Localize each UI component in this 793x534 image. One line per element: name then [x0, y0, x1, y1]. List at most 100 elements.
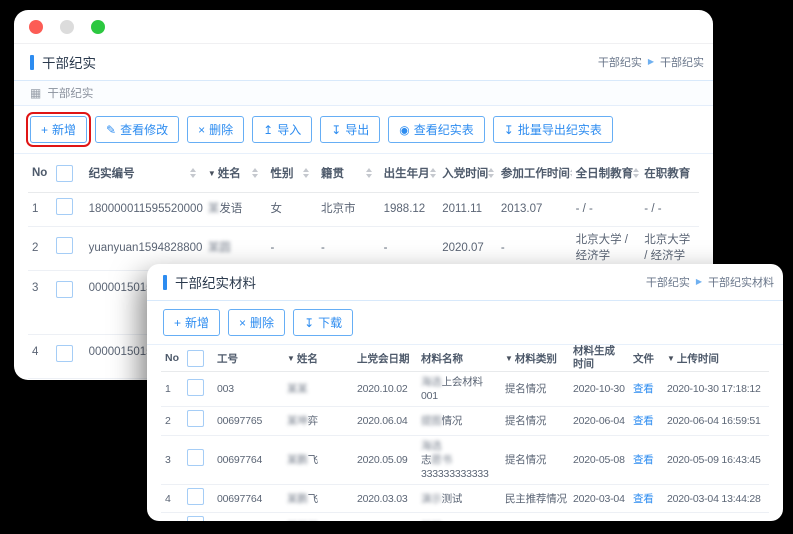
column-header: ▼上传时间 [663, 345, 769, 372]
export-button[interactable]: ↧ 导出 [320, 116, 380, 143]
cell-text: 2020.06.04 [357, 415, 408, 427]
filter-icon[interactable]: ▼ [505, 354, 513, 363]
table-cell: 4 [28, 335, 52, 379]
cell-text: - [321, 242, 325, 254]
button-label: 导出 [345, 121, 369, 138]
table-row: 400697764某鹏飞2020.03.03演示测试民主推荐情况2020-03-… [161, 485, 769, 513]
table-cell: 2 [161, 407, 183, 435]
filter-icon[interactable]: ▼ [208, 169, 216, 178]
cell-text: 2020-10-30 [573, 383, 625, 395]
sort-icon[interactable] [366, 168, 372, 178]
table-cell: 某某某 [283, 513, 353, 521]
cell-text: 2020-05-08 [573, 454, 625, 466]
column-header: 参加工作时间 [497, 154, 572, 193]
table-cell: 2020-06-04 [569, 407, 629, 435]
table-cell: 某某 [283, 372, 353, 407]
column-header: 材料生成时间 [569, 345, 629, 372]
table-cell [183, 435, 213, 485]
edit-icon: ✎ [106, 124, 116, 136]
view-link[interactable]: 查看 [633, 415, 654, 427]
row-checkbox[interactable] [187, 488, 204, 505]
cell-text: 00697765 [217, 415, 262, 427]
sort-icon[interactable] [488, 168, 494, 178]
table-cell [183, 513, 213, 521]
close-window-button[interactable] [29, 20, 43, 34]
cell-text: 2020-06-04 [573, 415, 625, 427]
cell-text: 1988.12 [384, 203, 426, 215]
view-link[interactable]: 查看 [633, 383, 654, 395]
table-cell: 2019-10-29 11:40:17 [663, 513, 769, 521]
sort-icon[interactable] [303, 168, 309, 178]
minimize-window-button[interactable] [60, 20, 74, 34]
table-cell: 2019.10.30 [353, 513, 417, 521]
column-label: No [165, 352, 179, 364]
cell-text: - / - [576, 203, 593, 215]
cell-text: 2020.10.02 [357, 383, 408, 395]
batch-export-button[interactable]: ↧批量导出纪实表 [493, 116, 613, 143]
cell-text: 2020-03-04 [573, 493, 625, 505]
row-checkbox[interactable] [56, 281, 73, 298]
sort-icon[interactable] [570, 168, 572, 178]
cell-text: 2020-05-09 16:43:45 [667, 454, 761, 466]
section-label: 干部纪实 [47, 85, 93, 101]
header-select-checkbox[interactable] [56, 165, 73, 182]
view-link[interactable]: 查看 [633, 454, 654, 466]
redacted-text: 海选 [421, 376, 442, 388]
add-button[interactable]: +新增 [30, 116, 87, 143]
row-checkbox[interactable] [56, 345, 73, 362]
table-cell: 2020-05-09 16:43:45 [663, 435, 769, 485]
table-row: 200697765某坤弈2020.06.04提图情况提名情况2020-06-04… [161, 407, 769, 435]
filter-icon[interactable]: ▼ [287, 354, 295, 363]
cell-text: yuanyuan1594828800 [89, 242, 203, 254]
row-checkbox[interactable] [187, 449, 204, 466]
cell-text: 2 [165, 415, 171, 427]
add-button[interactable]: +新增 [163, 309, 220, 336]
row-checkbox[interactable] [187, 516, 204, 521]
materials-table: No工号▼姓名上党会日期材料名称▼材料类别材料生成时间文件▼上传时间1003某某… [161, 345, 769, 521]
row-checkbox[interactable] [56, 237, 73, 254]
row-checkbox[interactable] [187, 379, 204, 396]
table-cell: 003 [213, 372, 283, 407]
edit-button[interactable]: ✎ 查看修改 [95, 116, 179, 143]
row-checkbox[interactable] [187, 410, 204, 427]
table-cell: 3 [161, 435, 183, 485]
breadcrumb-item[interactable]: 干部纪实 [598, 54, 642, 70]
cell-text: 北京大学 / 经济学 [576, 234, 628, 262]
button-label: 查看修改 [120, 121, 168, 138]
column-header: 性别 [266, 154, 317, 193]
sort-icon[interactable] [430, 168, 436, 178]
column-label: 全日制教育 [576, 165, 634, 181]
download-button[interactable]: ↧下载 [293, 309, 353, 336]
filter-icon[interactable]: ▼ [667, 354, 675, 363]
cell-text: 2 [32, 242, 38, 254]
zoom-window-button[interactable] [91, 20, 105, 34]
table-cell: 某鹏飞 [283, 435, 353, 485]
view-record-sheet-button[interactable]: ◉查看纪实表 [388, 116, 485, 143]
table-cell: 演示测试 [417, 485, 501, 513]
table-header-row: No纪实编号▼姓名性别籍贯出生年月入党时间参加工作时间全日制教育在职教育 [28, 154, 699, 193]
table-cell: 查看 [629, 407, 663, 435]
column-header: ▼材料类别 [501, 345, 569, 372]
sort-icon[interactable] [252, 168, 258, 178]
breadcrumb-item[interactable]: 干部纪实材料 [708, 274, 774, 290]
sort-icon[interactable] [190, 168, 196, 178]
export-icon: ↧ [331, 124, 341, 136]
download-icon: ↧ [304, 317, 314, 329]
import-button[interactable]: ↥导入 [252, 116, 312, 143]
column-header [183, 345, 213, 372]
button-label: 查看纪实表 [414, 121, 474, 138]
table-cell: 2020-10-30 17:18:12 [663, 372, 769, 407]
cell-text: 2020.07 [442, 242, 484, 254]
breadcrumb-item[interactable]: 干部纪实 [646, 274, 690, 290]
table-cell: 查看 [629, 485, 663, 513]
view-link[interactable]: 查看 [633, 493, 654, 505]
redacted-text: 某某 [287, 383, 308, 395]
header-select-checkbox[interactable] [187, 350, 204, 367]
delete-button[interactable]: ×删除 [187, 116, 244, 143]
delete-button[interactable]: ×删除 [228, 309, 285, 336]
column-header: 纪实编号 [85, 154, 204, 193]
row-checkbox[interactable] [56, 198, 73, 215]
sort-icon[interactable] [633, 168, 639, 178]
section-header: ▦ 干部纪实 [14, 81, 713, 106]
breadcrumb-item[interactable]: 干部纪实 [660, 54, 704, 70]
